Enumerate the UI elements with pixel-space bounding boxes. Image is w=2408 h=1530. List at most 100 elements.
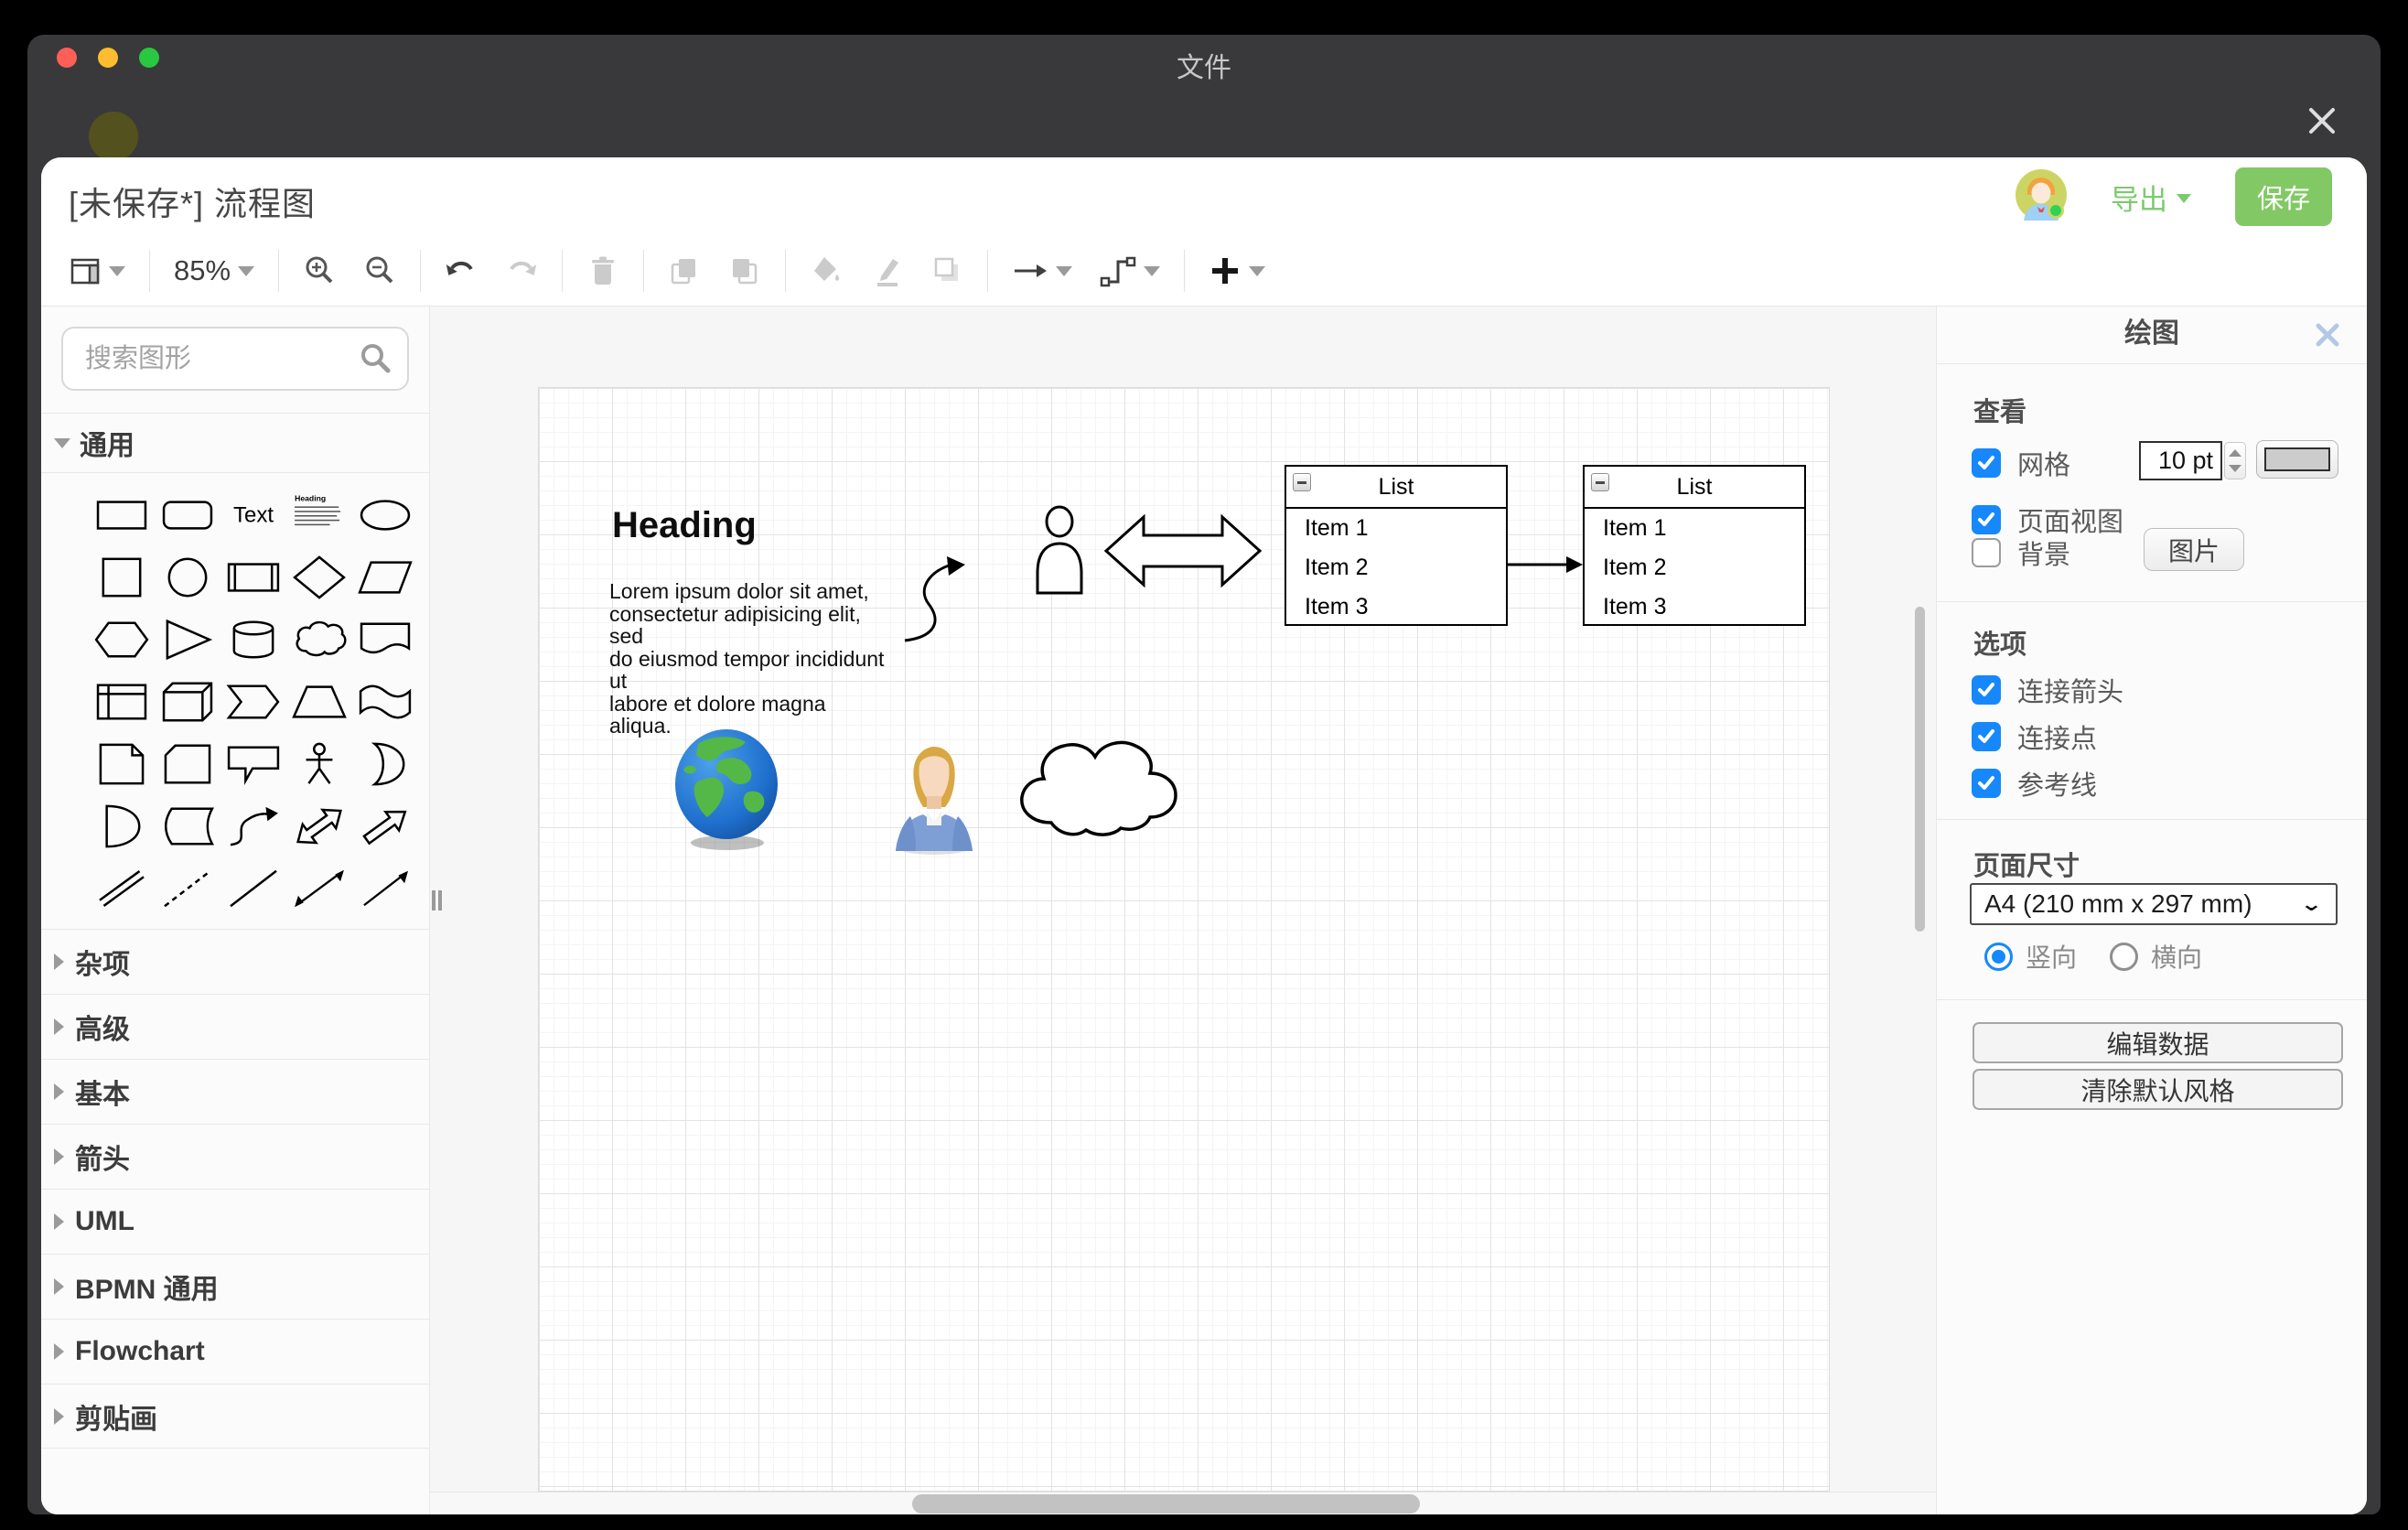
diagram-curve-arrow[interactable] <box>903 545 994 646</box>
shape-text[interactable]: Text <box>220 484 286 546</box>
page-view-button[interactable] <box>69 254 125 287</box>
collapse-icon[interactable] <box>1591 473 1609 491</box>
sidebar-resize-handle[interactable] <box>432 890 445 910</box>
shape-document[interactable] <box>352 609 418 671</box>
shape-link[interactable] <box>89 857 155 920</box>
shape-actor[interactable] <box>286 733 352 795</box>
shape-card[interactable] <box>155 733 220 795</box>
list-shape-1[interactable]: List Item 1Item 2Item 3 <box>1285 465 1508 626</box>
diagram-heading-text[interactable]: Heading <box>612 505 757 546</box>
diagram-cloud-shape[interactable] <box>1007 727 1183 839</box>
shape-diamond[interactable] <box>286 546 352 609</box>
close-icon[interactable] <box>2302 101 2342 141</box>
option-row-连接箭头[interactable]: 连接箭头 <box>1972 671 2123 709</box>
shape-textbox[interactable]: Heading <box>286 484 352 546</box>
landscape-radio[interactable] <box>2110 943 2138 971</box>
shape-note[interactable] <box>89 733 155 795</box>
sidebar-section-高级[interactable]: 高级 <box>41 994 429 1059</box>
shape-data-storage[interactable] <box>155 795 220 857</box>
horizontal-scrollbar-track[interactable] <box>430 1492 1936 1514</box>
option-row-连接点[interactable]: 连接点 <box>1972 717 2097 756</box>
vertical-scrollbar[interactable] <box>1915 607 1925 932</box>
background-image-button[interactable]: 图片 <box>2144 528 2244 571</box>
shape-dashed-line[interactable] <box>155 857 220 920</box>
option-checkbox[interactable] <box>1972 769 2001 798</box>
diagram-actor-shape[interactable] <box>1033 505 1086 597</box>
option-checkbox[interactable] <box>1972 722 2001 751</box>
edit-data-button[interactable]: 编辑数据 <box>1973 1022 2343 1063</box>
shape-circle[interactable] <box>155 546 220 609</box>
diagram-connector-arrow[interactable] <box>1508 541 1585 588</box>
shape-bidirectional-connector[interactable] <box>286 857 352 920</box>
export-button[interactable]: 导出 <box>2111 177 2191 218</box>
stepper-down-icon[interactable] <box>2229 465 2241 472</box>
sidebar-section-Flowchart[interactable]: Flowchart <box>41 1319 429 1384</box>
option-row-参考线[interactable]: 参考线 <box>1972 764 2097 803</box>
waypoint-style-button[interactable] <box>1100 254 1160 287</box>
page-size-select[interactable]: A4 (210 mm x 297 mm) ⌄ <box>1970 883 2338 925</box>
shape-cylinder[interactable] <box>220 609 286 671</box>
canvas-area[interactable]: Heading Lorem ipsum dolor sit amet, cons… <box>430 307 1936 1514</box>
shape-parallelogram[interactable] <box>352 546 418 609</box>
portrait-radio[interactable] <box>1984 943 2013 971</box>
sidebar-section-BPMN 通用[interactable]: BPMN 通用 <box>41 1254 429 1319</box>
zoom-in-button[interactable] <box>303 254 336 287</box>
grid-size-stepper[interactable] <box>2224 442 2246 479</box>
sidebar-section-UML[interactable]: UML <box>41 1189 429 1254</box>
shape-process[interactable] <box>220 546 286 609</box>
connection-arrow-button[interactable] <box>1012 254 1072 287</box>
insert-button[interactable] <box>1209 254 1265 287</box>
clear-default-style-button[interactable]: 清除默认风格 <box>1973 1069 2343 1110</box>
option-checkbox[interactable] <box>1972 675 2001 705</box>
shape-callout[interactable] <box>220 733 286 795</box>
diagram-globe-image[interactable] <box>671 727 784 852</box>
shape-triangle[interactable] <box>155 609 220 671</box>
user-avatar[interactable] <box>2016 169 2067 225</box>
shape-rounded-rectangle[interactable] <box>155 484 220 546</box>
shape-arrow[interactable] <box>352 795 418 857</box>
shape-bidirectional-arrow[interactable] <box>286 795 352 857</box>
grid-checkbox[interactable] <box>1972 448 2001 478</box>
zoom-out-button[interactable] <box>363 254 396 287</box>
undo-button[interactable] <box>445 254 478 287</box>
shape-directional-connector[interactable] <box>352 857 418 920</box>
shape-step[interactable] <box>220 671 286 733</box>
stepper-up-icon[interactable] <box>2229 449 2241 457</box>
diagram-paragraph-text[interactable]: Lorem ipsum dolor sit amet, consectetur … <box>609 580 891 738</box>
sidebar-section-杂项[interactable]: 杂项 <box>41 929 429 994</box>
list-item[interactable]: Item 1 <box>1286 509 1506 548</box>
save-button[interactable]: 保存 <box>2235 167 2332 226</box>
shape-trapezoid[interactable] <box>286 671 352 733</box>
sidebar-section-general[interactable]: 通用 <box>41 413 429 473</box>
shape-cube[interactable] <box>155 671 220 733</box>
page-view-checkbox[interactable] <box>1972 505 2001 534</box>
list-item[interactable]: Item 2 <box>1286 548 1506 587</box>
shape-cloud[interactable] <box>286 609 352 671</box>
shape-and[interactable] <box>89 795 155 857</box>
shape-internal-storage[interactable] <box>89 671 155 733</box>
sidebar-section-剪贴画[interactable]: 剪贴画 <box>41 1384 429 1449</box>
list-shape-2[interactable]: List Item 1Item 2Item 3 <box>1583 465 1806 626</box>
background-checkbox[interactable] <box>1972 538 2001 567</box>
horizontal-scrollbar-thumb[interactable] <box>912 1494 1420 1514</box>
list-item[interactable]: Item 2 <box>1585 548 1804 587</box>
shape-or[interactable] <box>352 733 418 795</box>
shape-tape[interactable] <box>352 671 418 733</box>
sidebar-section-箭头[interactable]: 箭头 <box>41 1124 429 1189</box>
shape-line[interactable] <box>220 857 286 920</box>
search-input[interactable] <box>61 327 409 391</box>
grid-size-input[interactable] <box>2139 441 2222 480</box>
shape-square[interactable] <box>89 546 155 609</box>
collapse-icon[interactable] <box>1293 473 1311 491</box>
panel-close-icon[interactable] <box>2312 319 2343 350</box>
background-checkbox-row[interactable]: 背景 <box>1972 533 2070 572</box>
zoom-level-dropdown[interactable]: 85% <box>174 254 254 287</box>
diagram-double-arrow-shape[interactable] <box>1103 508 1263 594</box>
grid-checkbox-row[interactable]: 网格 <box>1972 444 2070 482</box>
list-item[interactable]: Item 3 <box>1286 587 1506 627</box>
shape-hexagon[interactable] <box>89 609 155 671</box>
list-item[interactable]: Item 3 <box>1585 587 1804 627</box>
drawing-page[interactable]: Heading Lorem ipsum dolor sit amet, cons… <box>538 387 1830 1492</box>
shape-curve[interactable] <box>220 795 286 857</box>
sidebar-section-基本[interactable]: 基本 <box>41 1059 429 1124</box>
